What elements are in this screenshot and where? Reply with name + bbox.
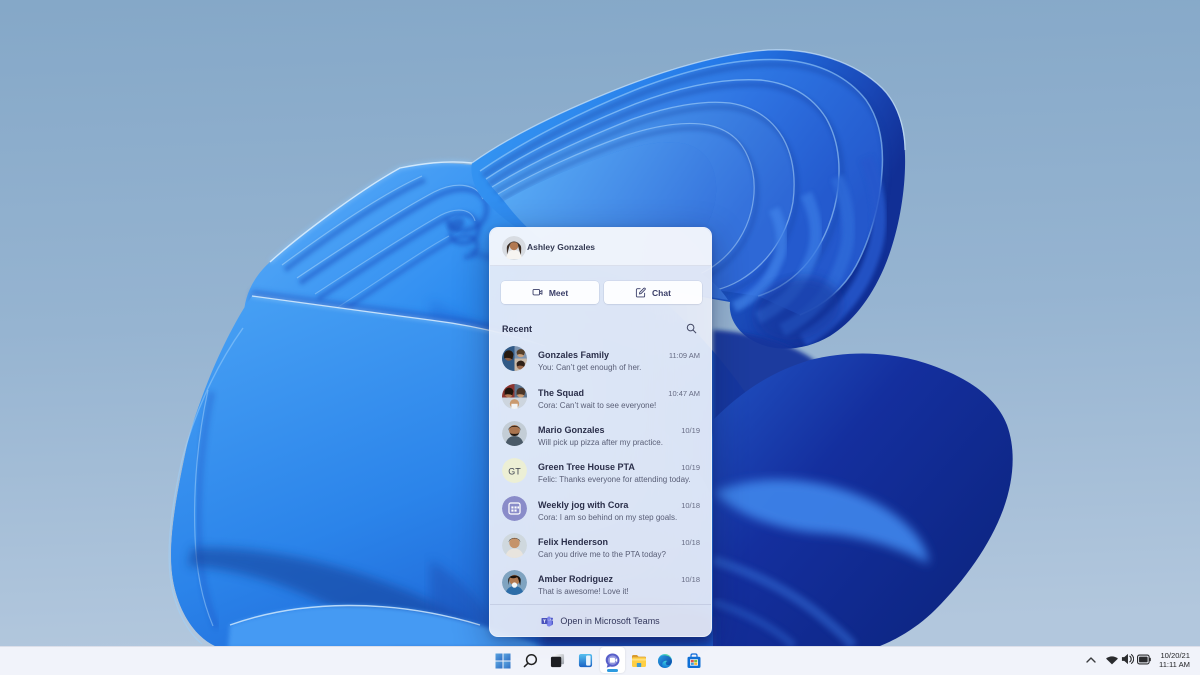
- svg-text:GT: GT: [508, 466, 521, 476]
